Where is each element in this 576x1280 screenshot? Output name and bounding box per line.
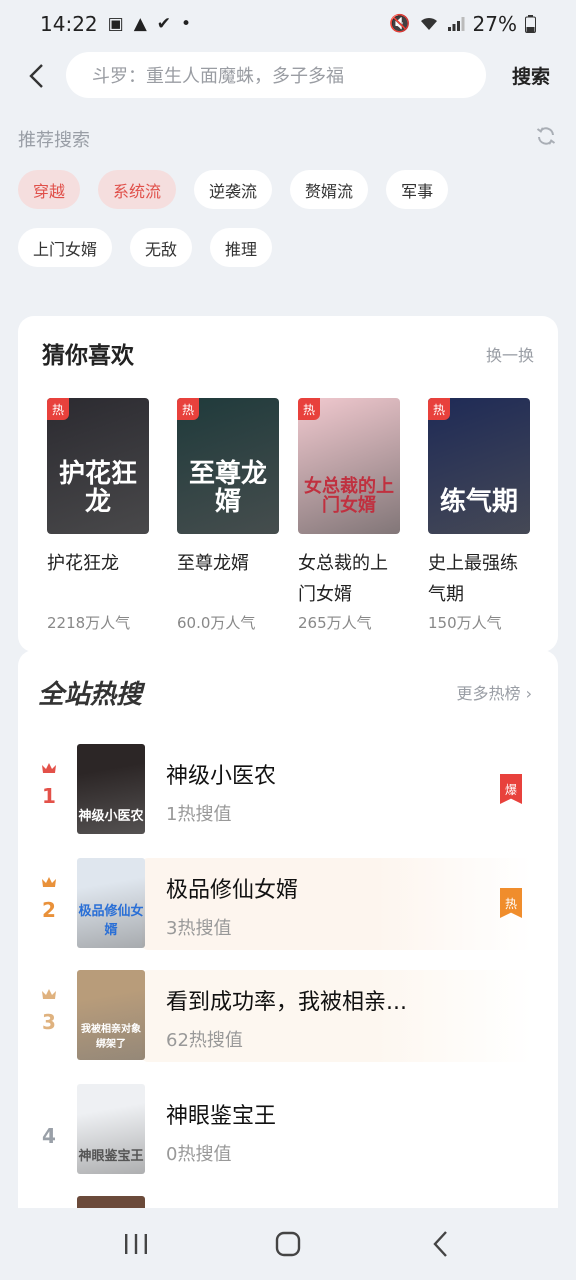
book-cover: 热至尊龙婿 xyxy=(177,398,279,534)
hot-search-card: 全站热搜 更多热榜 › 1 神级小医农 神级小医农 1热搜值爆 2 极品修仙女婿 极品修仙女… xyxy=(18,650,558,1250)
status-time: 14:22 xyxy=(40,12,98,36)
rank-number: 1 xyxy=(42,784,56,808)
guess-title: 猜你喜欢 xyxy=(42,343,134,369)
hot-badge: 热 xyxy=(47,398,69,420)
recommend-tag[interactable]: 推理 xyxy=(210,228,273,267)
dot-icon: • xyxy=(181,14,192,34)
book-title: 至尊龙婿 xyxy=(177,553,249,574)
back-button[interactable] xyxy=(20,56,52,96)
rank-number: 4 xyxy=(42,1124,56,1148)
wifi-icon xyxy=(420,17,437,30)
book-cover: 神级小医农 xyxy=(77,744,145,834)
rank-number: 3 xyxy=(42,1010,56,1034)
table-row[interactable]: 4 神眼鉴宝王 神眼鉴宝王 0热搜值 xyxy=(18,1084,558,1176)
crown-icon xyxy=(42,763,56,773)
recent-apps-button[interactable] xyxy=(106,1214,166,1274)
recommend-title: 推荐搜索 xyxy=(18,130,90,151)
signal-icon xyxy=(447,17,465,31)
warning-icon: ▲ xyxy=(133,14,147,34)
rank-hot-value: 1热搜值 xyxy=(166,804,232,825)
book-cover: 神眼鉴宝王 xyxy=(77,1084,145,1174)
back-nav-button[interactable] xyxy=(410,1214,470,1274)
table-row[interactable]: 1 神级小医农 神级小医农 1热搜值爆 xyxy=(18,744,558,836)
book-popularity: 60.0万人气 xyxy=(177,614,256,632)
navigation-bar xyxy=(0,1208,576,1280)
home-icon xyxy=(275,1231,301,1257)
rank-title: 神眼鉴宝王 xyxy=(166,1104,277,1129)
table-row[interactable]: 3 我被相亲对象绑架了 看到成功率，我被相亲... 62热搜值 xyxy=(18,970,558,1062)
book-title: 护花狂龙 xyxy=(47,553,119,574)
rank-title: 极品修仙女婿 xyxy=(166,878,299,903)
status-bar: 14:22 ▣ ▲ ✔ • 🔇 27% xyxy=(0,0,576,48)
book-title: 女总裁的上门女婿 xyxy=(298,553,388,605)
crown-icon xyxy=(42,877,56,887)
book-card[interactable]: 热护花狂龙 护花狂龙 2218万人气 xyxy=(47,398,151,633)
book-cover: 热练气期 xyxy=(428,398,530,534)
rank-title: 看到成功率，我被相亲... xyxy=(166,990,407,1015)
book-card[interactable]: 热练气期史上最强练气期 150万人气 xyxy=(428,398,532,633)
guess-refresh-button[interactable]: 换一换 xyxy=(486,342,534,366)
recommend-tag[interactable]: 系统流 xyxy=(98,170,177,209)
cover-title: 女总裁的上门女婿 xyxy=(304,476,394,517)
search-row: 斗罗：重生人面魔蛛，多子多福 搜索 xyxy=(0,50,576,102)
recommend-tag[interactable]: 军事 xyxy=(386,170,449,209)
chevron-left-icon xyxy=(29,64,43,88)
more-hot-list-label: 更多热榜 xyxy=(456,684,521,703)
rank-title: 神级小医农 xyxy=(166,764,277,789)
recommend-tag[interactable]: 赘婿流 xyxy=(290,170,369,209)
recommend-tag[interactable]: 无敌 xyxy=(130,228,193,267)
rank-hot-value: 0热搜值 xyxy=(166,1144,232,1165)
cover-title: 我被相亲对象绑架了 xyxy=(81,1024,141,1050)
hot-badge: 热 xyxy=(177,398,199,420)
chevron-right-icon: › xyxy=(525,684,532,703)
recent-apps-icon xyxy=(125,1234,147,1254)
battery-icon xyxy=(525,15,536,33)
book-cover: 极品修仙女婿 xyxy=(77,858,145,948)
rank-hot-value: 62热搜值 xyxy=(166,1030,243,1051)
home-button[interactable] xyxy=(258,1214,318,1274)
cover-title: 练气期 xyxy=(439,486,518,517)
book-popularity: 265万人气 xyxy=(298,614,372,632)
book-popularity: 2218万人气 xyxy=(47,614,131,632)
battery-level: 27% xyxy=(472,12,517,36)
hot-badge: 热 xyxy=(298,398,320,420)
book-cover: 热女总裁的上门女婿 xyxy=(298,398,400,534)
recommend-tag[interactable]: 穿越 xyxy=(18,170,81,209)
recommend-tag[interactable]: 上门女婿 xyxy=(18,228,113,267)
cover-title: 极品修仙女婿 xyxy=(78,904,144,938)
cover-title: 神级小医农 xyxy=(78,809,144,824)
mute-icon: 🔇 xyxy=(389,14,411,34)
recommend-tag[interactable]: 逆袭流 xyxy=(194,170,273,209)
crown-icon xyxy=(42,989,56,999)
rank-hot-value: 3热搜值 xyxy=(166,918,232,939)
more-hot-list-button[interactable]: 更多热榜 › xyxy=(456,680,532,704)
guess-card: 猜你喜欢 换一换 热护花狂龙 护花狂龙 2218万人气热至尊龙婿 至尊龙婿 60.0万人… xyxy=(18,316,558,652)
check-icon: ✔ xyxy=(156,14,172,34)
book-cover: 我被相亲对象绑架了 xyxy=(77,970,145,1060)
recommend-tags: 穿越 系统流 逆袭流 赘婿流 军事上门女婿 无敌 推理 xyxy=(18,170,558,267)
table-row[interactable]: 2 极品修仙女婿 极品修仙女婿 3热搜值热 xyxy=(18,858,558,950)
back-icon xyxy=(433,1231,447,1257)
rank-number: 2 xyxy=(42,898,56,922)
refresh-icon[interactable] xyxy=(534,124,558,148)
search-button[interactable]: 搜索 xyxy=(512,62,550,89)
book-card[interactable]: 热至尊龙婿 至尊龙婿 60.0万人气 xyxy=(177,398,281,633)
book-card[interactable]: 热女总裁的上门女婿 女总裁的上门女婿 265万人气 xyxy=(298,398,402,633)
book-popularity: 150万人气 xyxy=(428,614,502,632)
cover-title: 神眼鉴宝王 xyxy=(78,1149,144,1164)
cover-title: 至尊龙婿 xyxy=(188,459,267,517)
book-cover: 热护花狂龙 xyxy=(47,398,149,534)
search-input[interactable]: 斗罗：重生人面魔蛛，多子多福 xyxy=(66,52,486,98)
hot-badge: 热 xyxy=(428,398,450,420)
gallery-icon: ▣ xyxy=(107,14,124,34)
hot-search-title: 全站热搜 xyxy=(38,680,143,710)
cover-title: 护花狂龙 xyxy=(58,459,137,517)
book-title: 史上最强练气期 xyxy=(428,553,518,605)
